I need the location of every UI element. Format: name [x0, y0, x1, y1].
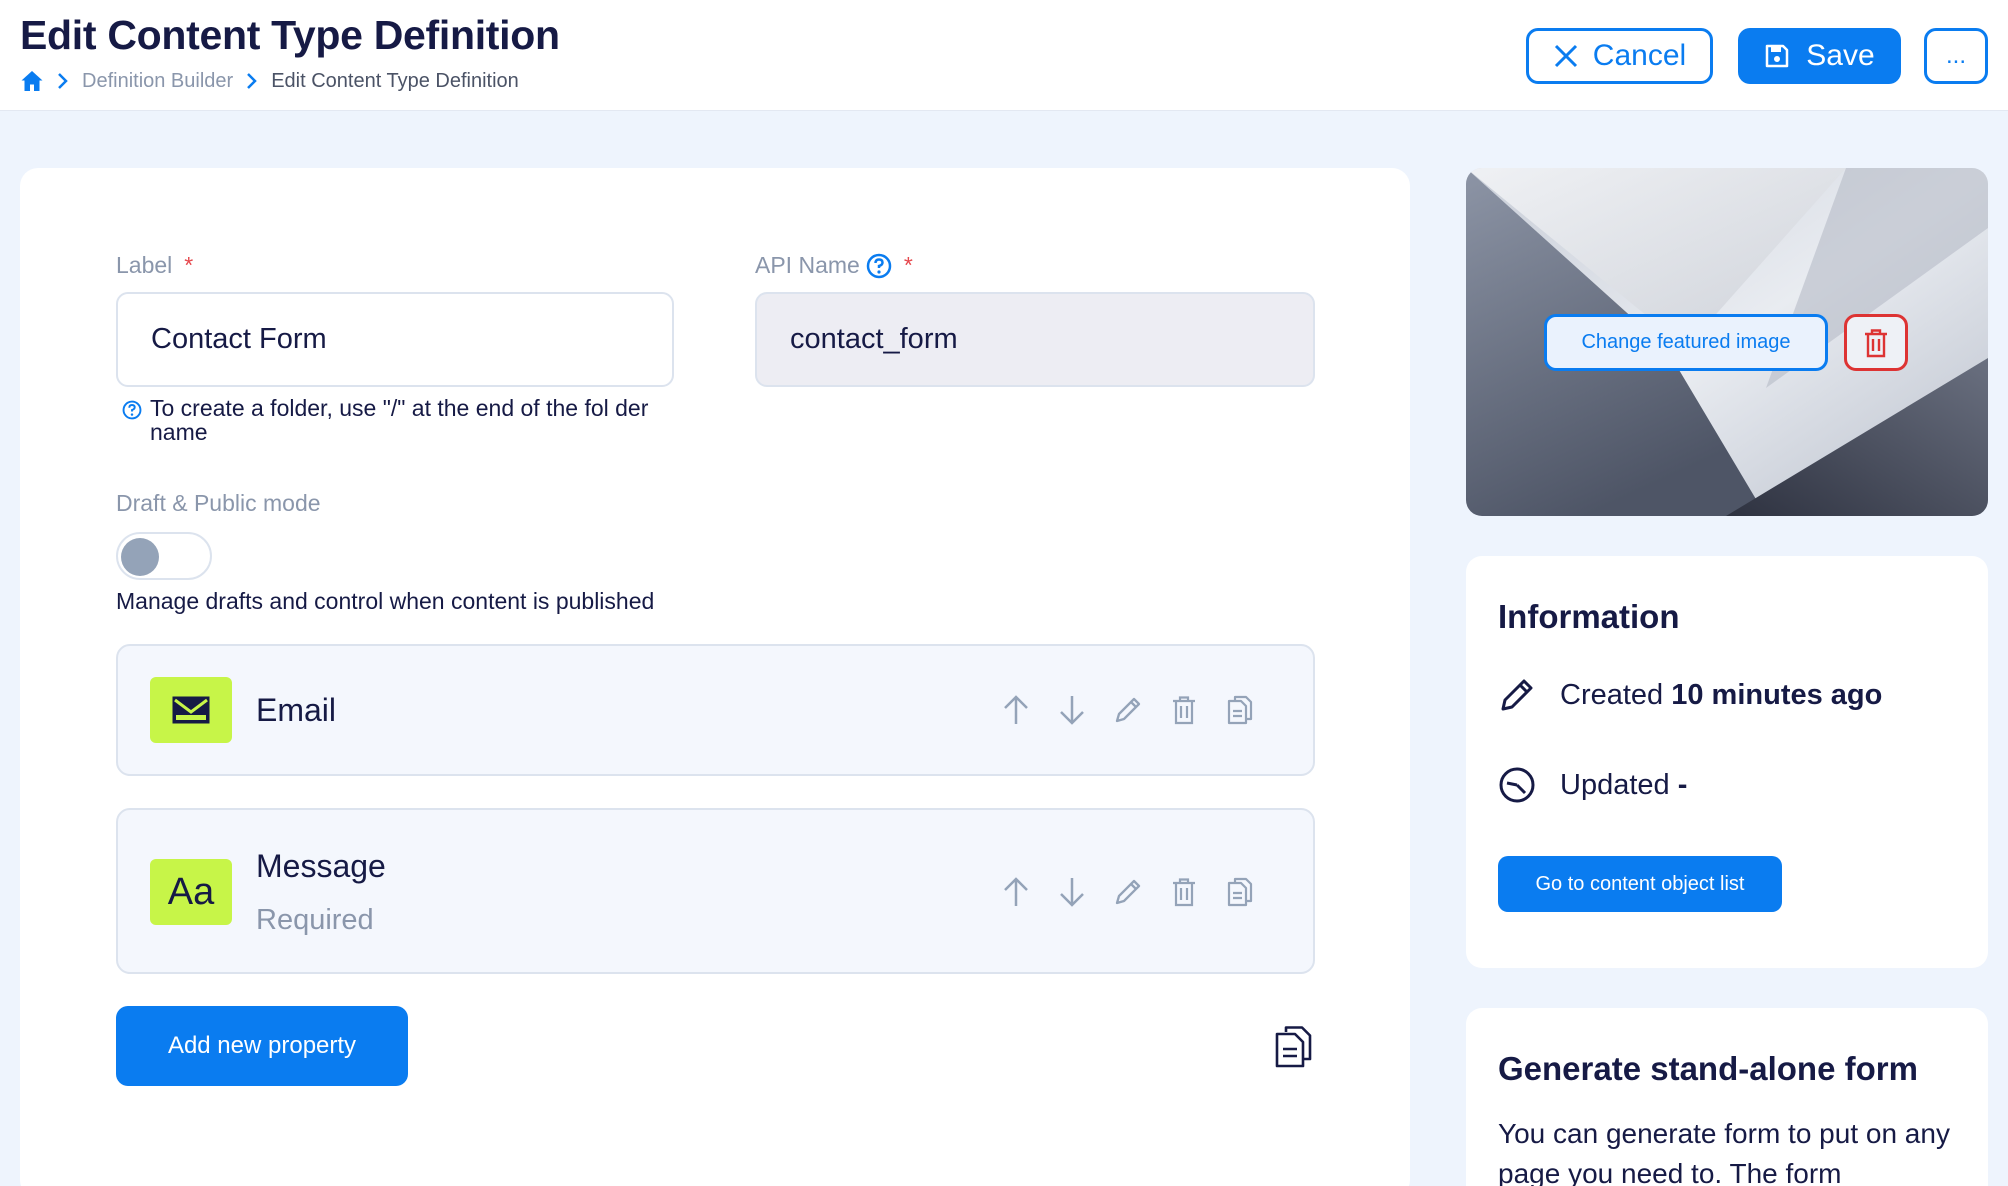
trash-icon[interactable]	[1169, 694, 1199, 726]
property-row-email[interactable]: Email	[116, 644, 1315, 776]
pencil-icon[interactable]	[1113, 694, 1143, 726]
featured-image: Change featured image	[1466, 168, 1988, 516]
page-title: Edit Content Type Definition	[20, 12, 560, 58]
breadcrumb: Definition Builder Edit Content Type Def…	[20, 68, 519, 94]
home-icon[interactable]	[20, 69, 44, 93]
property-name: Message	[256, 848, 386, 884]
pencil-icon[interactable]	[1113, 876, 1143, 908]
arrow-down-icon[interactable]	[1057, 694, 1087, 726]
more-options-button[interactable]: ...	[1924, 28, 1988, 84]
api-name-field-label: API Name *	[755, 252, 913, 279]
generate-form-text: You can generate form to put on any page…	[1498, 1118, 1950, 1186]
copy-definition-icon[interactable]	[1274, 1025, 1314, 1074]
property-row-message[interactable]: Aa Message Required	[116, 808, 1315, 974]
draft-mode-description: Manage drafts and control when content i…	[116, 588, 655, 614]
generate-form-card: Generate stand-alone form You can genera…	[1466, 1008, 1988, 1186]
add-property-button[interactable]: Add new property	[116, 1006, 408, 1086]
information-title: Information	[1498, 598, 1680, 635]
property-required-label: Required	[256, 904, 374, 936]
trash-icon[interactable]	[1169, 876, 1199, 908]
toggle-knob	[121, 538, 159, 576]
change-featured-image-button[interactable]: Change featured image	[1544, 314, 1828, 371]
api-name-field-label-text: API Name	[755, 252, 860, 278]
created-label: Created 10 minutes ago	[1560, 679, 1882, 712]
arrow-down-icon[interactable]	[1057, 876, 1087, 908]
required-mark: *	[184, 252, 194, 278]
text-aa-glyph: Aa	[167, 870, 215, 913]
cancel-button[interactable]: Cancel	[1526, 28, 1713, 84]
chevron-right-icon	[56, 71, 70, 91]
breadcrumb-item-current: Edit Content Type Definition	[271, 69, 519, 92]
breadcrumb-item-definition-builder[interactable]: Definition Builder	[82, 70, 233, 93]
draft-mode-toggle[interactable]	[116, 532, 212, 580]
close-icon	[1553, 43, 1579, 69]
folder-hint: To create a folder, use "/" at the end o…	[122, 396, 682, 444]
required-mark: *	[903, 252, 913, 278]
generate-form-title: Generate stand-alone form	[1498, 1050, 1918, 1087]
updated-row: Updated -	[1498, 766, 1687, 804]
clock-icon	[1498, 766, 1536, 804]
copy-icon[interactable]	[1225, 876, 1255, 908]
trash-icon	[1863, 328, 1889, 358]
text-aa-icon: Aa	[150, 859, 232, 925]
delete-featured-image-button[interactable]	[1844, 314, 1908, 371]
go-to-content-list-button[interactable]: Go to content object list	[1498, 856, 1782, 912]
arrow-up-icon[interactable]	[1001, 876, 1031, 908]
updated-label-text: Updated	[1560, 768, 1670, 801]
created-label-text: Created	[1560, 678, 1664, 711]
draft-mode-label: Draft & Public mode	[116, 490, 321, 516]
property-name: Email	[256, 692, 337, 728]
property-actions	[1001, 876, 1255, 908]
help-circle-icon	[122, 400, 142, 444]
updated-value: -	[1677, 768, 1688, 801]
api-name-input[interactable]: contact_form	[755, 292, 1315, 387]
folder-hint-text: To create a folder, use "/" at the end o…	[150, 395, 649, 445]
information-card: Information Created 10 minutes ago Updat…	[1466, 556, 1988, 968]
label-field-label-text: Label	[116, 252, 173, 278]
floppy-disk-icon	[1764, 43, 1790, 69]
save-button-label: Save	[1806, 39, 1875, 72]
cancel-button-label: Cancel	[1592, 39, 1687, 72]
created-value: 10 minutes ago	[1671, 678, 1883, 711]
chevron-right-icon	[245, 71, 259, 91]
definition-form-card: Label * Contact Form API Name * contact_…	[20, 168, 1410, 1186]
updated-label: Updated -	[1560, 769, 1687, 802]
copy-icon[interactable]	[1225, 694, 1255, 726]
label-input[interactable]: Contact Form	[116, 292, 674, 387]
help-circle-icon[interactable]	[866, 253, 892, 279]
arrow-up-icon[interactable]	[1001, 694, 1031, 726]
pencil-icon	[1498, 676, 1536, 714]
created-row: Created 10 minutes ago	[1498, 676, 1882, 714]
property-actions	[1001, 694, 1255, 726]
save-button[interactable]: Save	[1738, 28, 1901, 84]
page-header: Edit Content Type Definition Definition …	[0, 0, 2008, 111]
label-field-label: Label *	[116, 252, 193, 279]
envelope-icon	[150, 677, 232, 743]
